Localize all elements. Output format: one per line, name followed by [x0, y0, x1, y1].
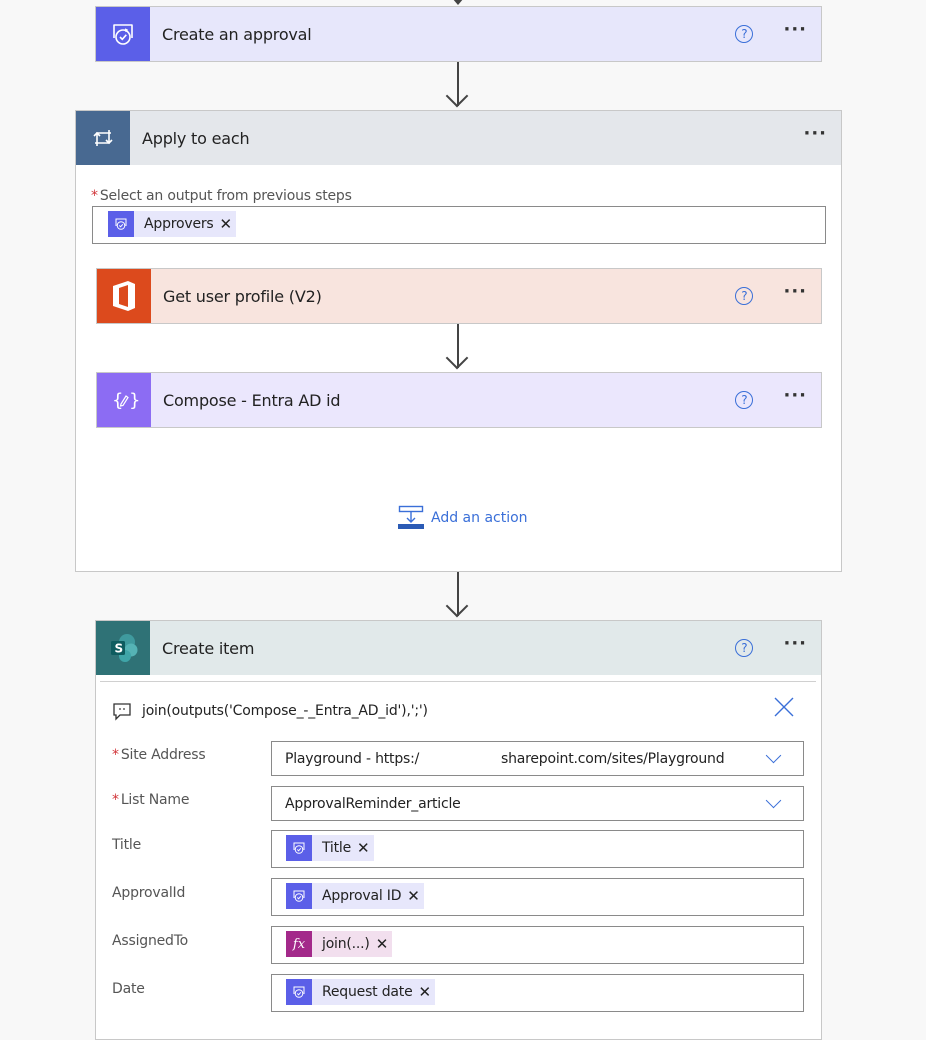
arrow-down-icon — [445, 594, 469, 618]
comment-icon — [113, 703, 131, 721]
approval-icon — [286, 979, 312, 1005]
token-join-expression[interactable]: fx join(...) ✕ — [286, 931, 393, 957]
output-input[interactable]: Approvers ✕ — [92, 206, 826, 244]
arrow-down-icon — [445, 346, 469, 370]
office-icon — [97, 269, 151, 323]
arrow-down-icon — [445, 84, 469, 108]
date-label: Date — [112, 981, 145, 997]
compose-icon: {} — [97, 373, 151, 427]
token-label: Approval ID — [322, 888, 402, 904]
approval-id-input[interactable]: Approval ID ✕ — [271, 878, 804, 916]
remove-token-icon[interactable]: ✕ — [357, 839, 374, 857]
more-options-icon[interactable]: ··· — [783, 387, 807, 409]
assigned-to-label: AssignedTo — [112, 933, 189, 949]
step-apply-to-each[interactable]: Apply to each ··· * Select an output from… — [75, 110, 842, 572]
step-title: Get user profile (V2) — [163, 286, 322, 306]
token-approval-id[interactable]: Approval ID ✕ — [286, 883, 424, 909]
divider — [100, 681, 816, 682]
approval-icon — [286, 835, 312, 861]
title-input[interactable]: Title ✕ — [271, 830, 804, 868]
step-title: Create item — [162, 638, 255, 658]
title-label: Title — [112, 837, 142, 853]
help-icon[interactable]: ? — [735, 287, 754, 305]
token-label: join(...) — [322, 936, 370, 952]
step-create-approval[interactable]: Create an approval ? ··· — [95, 6, 822, 62]
step-get-user-profile[interactable]: Get user profile (V2) ? ··· — [96, 268, 822, 324]
required-marker: * — [91, 188, 98, 204]
site-address-label: * Site Address — [112, 747, 206, 763]
list-name-dropdown[interactable]: ApprovalReminder_article — [271, 786, 804, 821]
site-address-value-left: Playground - https:/ — [285, 751, 420, 767]
site-address-dropdown[interactable]: Playground - https:/ sharepoint.com/site… — [271, 741, 804, 776]
step-title: Apply to each — [142, 128, 250, 148]
remove-token-icon[interactable]: ✕ — [407, 887, 424, 905]
remove-token-icon[interactable]: ✕ — [220, 215, 237, 233]
remove-token-icon[interactable]: ✕ — [419, 983, 436, 1001]
approval-icon — [96, 7, 150, 61]
date-input[interactable]: Request date ✕ — [271, 974, 804, 1012]
remove-token-icon[interactable]: ✕ — [376, 935, 393, 953]
loop-icon — [76, 111, 130, 165]
sharepoint-icon: S — [96, 621, 150, 675]
output-field-label: * Select an output from previous steps — [91, 188, 352, 204]
step-create-item[interactable]: S Create item ? ··· join(outputs('Compos… — [95, 620, 822, 1040]
svg-text:{: { — [112, 390, 123, 411]
comment-text: join(outputs('Compose_-_Entra_AD_id'),';… — [142, 703, 428, 719]
token-request-date[interactable]: Request date ✕ — [286, 979, 436, 1005]
token-label: Approvers — [144, 216, 214, 232]
chevron-down-icon[interactable] — [765, 747, 782, 764]
help-icon[interactable]: ? — [735, 391, 754, 409]
help-icon[interactable]: ? — [735, 25, 754, 43]
token-approvers[interactable]: Approvers ✕ — [108, 211, 237, 237]
add-action-icon — [398, 505, 424, 529]
list-name-value: ApprovalReminder_article — [285, 796, 461, 812]
add-action-button[interactable]: Add an action — [398, 505, 528, 531]
svg-text:S: S — [115, 642, 124, 656]
comment-row: join(outputs('Compose_-_Entra_AD_id'),';… — [112, 701, 428, 721]
step-title: Compose - Entra AD id — [163, 390, 341, 410]
token-label: Request date — [322, 984, 413, 1000]
more-options-icon[interactable]: ··· — [803, 125, 827, 147]
approval-icon — [108, 211, 134, 237]
output-label-text: Select an output from previous steps — [99, 188, 352, 204]
help-icon[interactable]: ? — [735, 639, 754, 657]
more-options-icon[interactable]: ··· — [783, 283, 807, 305]
function-icon: fx — [286, 931, 312, 957]
svg-text:}: } — [129, 390, 139, 411]
list-name-label: * List Name — [112, 792, 190, 808]
approval-icon — [286, 883, 312, 909]
token-title[interactable]: Title ✕ — [286, 835, 374, 861]
close-comment-icon[interactable] — [772, 695, 796, 723]
assigned-to-input[interactable]: fx join(...) ✕ — [271, 926, 804, 964]
approval-id-label: ApprovalId — [112, 885, 186, 901]
add-action-label: Add an action — [431, 510, 528, 526]
step-compose[interactable]: {} Compose - Entra AD id ? ··· — [96, 372, 822, 428]
chevron-down-icon[interactable] — [765, 792, 782, 809]
token-label: Title — [322, 840, 352, 856]
site-address-value-right: sharepoint.com/sites/Playground — [501, 751, 725, 767]
connector-arrow-top — [452, 0, 464, 5]
more-options-icon[interactable]: ··· — [783, 21, 807, 43]
step-title: Create an approval — [162, 24, 312, 44]
more-options-icon[interactable]: ··· — [783, 635, 807, 657]
